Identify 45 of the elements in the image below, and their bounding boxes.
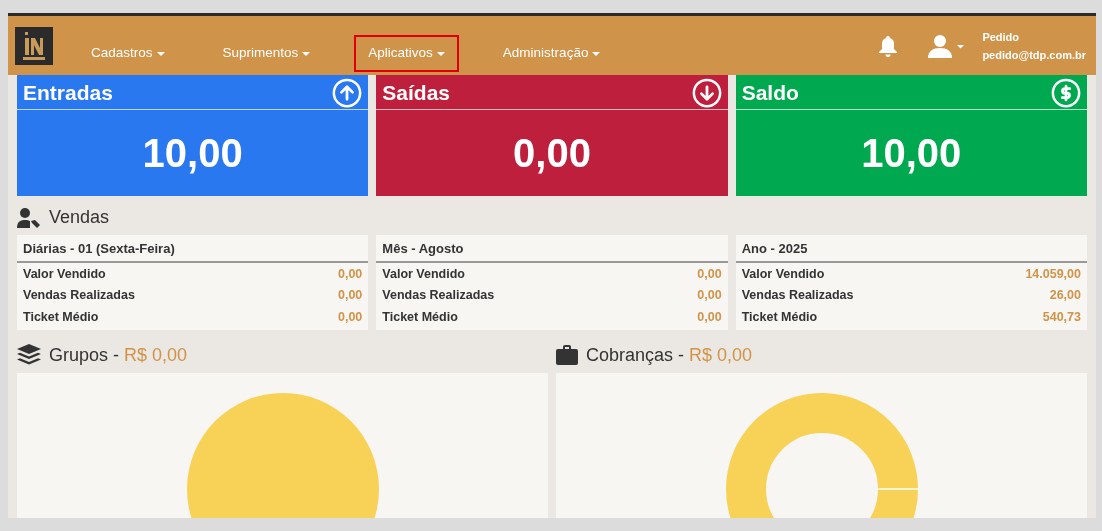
stat-value: 0,00: [697, 287, 722, 305]
stat-value: 14.059,00: [1025, 265, 1081, 283]
stat-value: 0,00: [697, 265, 722, 283]
card-title: Saldo: [741, 80, 799, 107]
card-value: 10,00: [860, 130, 963, 177]
stat-value: 0,00: [338, 309, 363, 326]
period-heading: Mês - Agosto: [376, 235, 728, 263]
menu-dropdown[interactable]: Aplicativos: [354, 35, 459, 72]
layers-icon: [17, 344, 41, 367]
stat-value: 540,73: [1042, 309, 1081, 326]
section-title: Vendas: [49, 206, 110, 229]
period-heading: Ano - 2025: [735, 235, 1087, 263]
stat-label: Valor Vendido: [23, 265, 106, 283]
panel-title: Grupos - R$ 0,00: [49, 343, 188, 367]
user-menu-icon[interactable]: [928, 33, 967, 58]
stat-value: 0,00: [338, 287, 363, 305]
user-tag-icon: [17, 207, 41, 228]
stat-label: Vendas Realizadas: [23, 287, 135, 305]
arrow-down-circle-icon: [691, 78, 722, 108]
stat-label: Valor Vendido: [741, 265, 825, 283]
stat-label: Valor Vendido: [382, 265, 465, 283]
menu-dropdown[interactable]: Suprimentos: [208, 35, 325, 72]
stat-label: Ticket Médio: [23, 309, 99, 326]
card-title: Entradas: [23, 80, 113, 107]
stat-label: Ticket Médio: [741, 309, 818, 326]
card-title: Saídas: [382, 80, 451, 107]
card-value: 10,00: [141, 130, 244, 177]
briefcase-icon: [556, 345, 578, 366]
card-value: 0,00: [512, 130, 592, 177]
stat-label: Vendas Realizadas: [741, 287, 854, 305]
user-email: pedido@tdp.com.br: [982, 47, 1086, 63]
notification-bell-icon[interactable]: [878, 34, 899, 57]
dollar-circle-icon: [1051, 78, 1081, 108]
period-heading: Diárias - 01 (Sexta-Feira): [17, 235, 369, 263]
user-name: Pedido: [982, 29, 1021, 45]
stat-value: 26,00: [1049, 287, 1081, 305]
panel-title: Cobranças - R$ 0,00: [586, 343, 753, 367]
menu-dropdown[interactable]: Cadastros: [77, 35, 179, 72]
stat-label: Ticket Médio: [382, 309, 458, 326]
arrow-up-circle-icon: [332, 78, 363, 108]
logo-icon[interactable]: [15, 26, 53, 65]
menu-dropdown[interactable]: Administração: [488, 35, 615, 72]
stat-label: Vendas Realizadas: [382, 287, 495, 305]
stat-value: 0,00: [338, 265, 363, 283]
stat-value: 0,00: [697, 309, 722, 326]
